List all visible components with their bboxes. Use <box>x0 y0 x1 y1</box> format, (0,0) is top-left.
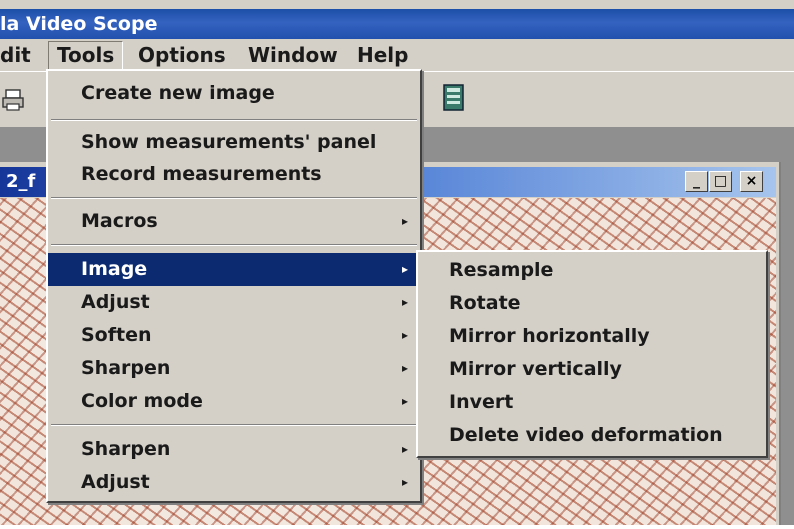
menu-separator <box>51 119 417 121</box>
application-window: la Video Scope dit Tools Options Window … <box>0 0 794 525</box>
menu-item-label: Sharpen <box>81 438 171 460</box>
submenu-arrow-icon: ▸ <box>401 442 408 456</box>
menu-item-label: Mirror vertically <box>449 358 622 380</box>
submenu-arrow-icon: ▸ <box>401 394 408 408</box>
submenu-arrow-icon: ▸ <box>401 361 408 375</box>
menu-item-label: Rotate <box>449 292 521 314</box>
menu-tools[interactable]: Tools <box>48 41 124 70</box>
menu-item-label: Record measurements <box>81 163 322 185</box>
menu-item-image[interactable]: Image ▸ <box>48 253 420 286</box>
menu-separator <box>51 197 417 199</box>
menu-window[interactable]: Window <box>248 39 338 71</box>
submenu-arrow-icon: ▸ <box>401 214 408 228</box>
menu-item-label: Create new image <box>81 82 275 104</box>
menu-item-label: Macros <box>81 210 158 232</box>
menu-item-rotate[interactable]: Rotate <box>418 287 766 320</box>
menu-item-invert[interactable]: Invert <box>418 386 766 419</box>
close-button[interactable]: × <box>740 171 763 192</box>
menu-item-label: Show measurements' panel <box>81 131 377 153</box>
menu-item-adjust[interactable]: Adjust ▸ <box>48 286 420 319</box>
menu-item-label: Resample <box>449 259 554 281</box>
submenu-arrow-icon: ▸ <box>401 262 408 276</box>
menu-item-color-mode[interactable]: Color mode ▸ <box>48 385 420 418</box>
document-title: 2_f <box>6 171 36 192</box>
menu-item-label: Mirror horizontally <box>449 325 650 347</box>
menu-item-macros[interactable]: Macros ▸ <box>48 205 420 238</box>
menu-item-label: Color mode <box>81 390 203 412</box>
menu-item-sharpen-2[interactable]: Sharpen ▸ <box>48 433 420 466</box>
menu-separator <box>51 244 417 246</box>
menu-item-adjust-2[interactable]: Adjust ▸ <box>48 466 420 499</box>
print-icon[interactable] <box>2 88 26 116</box>
submenu-arrow-icon: ▸ <box>401 295 408 309</box>
minimize-button[interactable]: _ <box>685 171 708 192</box>
menu-item-show-measurements-panel[interactable]: Show measurements' panel <box>48 126 420 159</box>
image-submenu: Resample Rotate Mirror horizontally Mirr… <box>416 250 768 458</box>
menu-item-soften[interactable]: Soften ▸ <box>48 319 420 352</box>
menu-item-resample[interactable]: Resample <box>418 254 766 287</box>
window-title: la Video Scope <box>0 13 158 35</box>
menu-item-mirror-horizontally[interactable]: Mirror horizontally <box>418 320 766 353</box>
menu-options[interactable]: Options <box>138 39 226 71</box>
menu-edit[interactable]: dit <box>0 39 31 71</box>
menu-item-label: Image <box>81 258 148 280</box>
document-icon[interactable] <box>441 83 467 117</box>
menu-help[interactable]: Help <box>357 39 408 71</box>
menu-item-label: Delete video deformation <box>449 424 723 446</box>
menu-item-label: Sharpen <box>81 357 171 379</box>
menu-item-record-measurements[interactable]: Record measurements <box>48 158 420 191</box>
menu-separator <box>51 424 417 426</box>
maximize-button[interactable]: □ <box>709 171 732 192</box>
menu-item-sharpen[interactable]: Sharpen ▸ <box>48 352 420 385</box>
menu-item-label: Adjust <box>81 291 150 313</box>
menu-item-label: Soften <box>81 324 152 346</box>
tools-menu: Create new image Show measurements' pane… <box>46 69 422 503</box>
menu-item-delete-video-deformation[interactable]: Delete video deformation <box>418 419 766 452</box>
menu-bar: dit Tools Options Window Help <box>0 39 794 71</box>
menu-item-label: Adjust <box>81 471 150 493</box>
menu-item-mirror-vertically[interactable]: Mirror vertically <box>418 353 766 386</box>
menu-item-label: Invert <box>449 391 514 413</box>
menu-item-create-new-image[interactable]: Create new image <box>48 77 420 110</box>
submenu-arrow-icon: ▸ <box>401 328 408 342</box>
submenu-arrow-icon: ▸ <box>401 475 408 489</box>
window-title-bar: la Video Scope <box>0 9 794 39</box>
